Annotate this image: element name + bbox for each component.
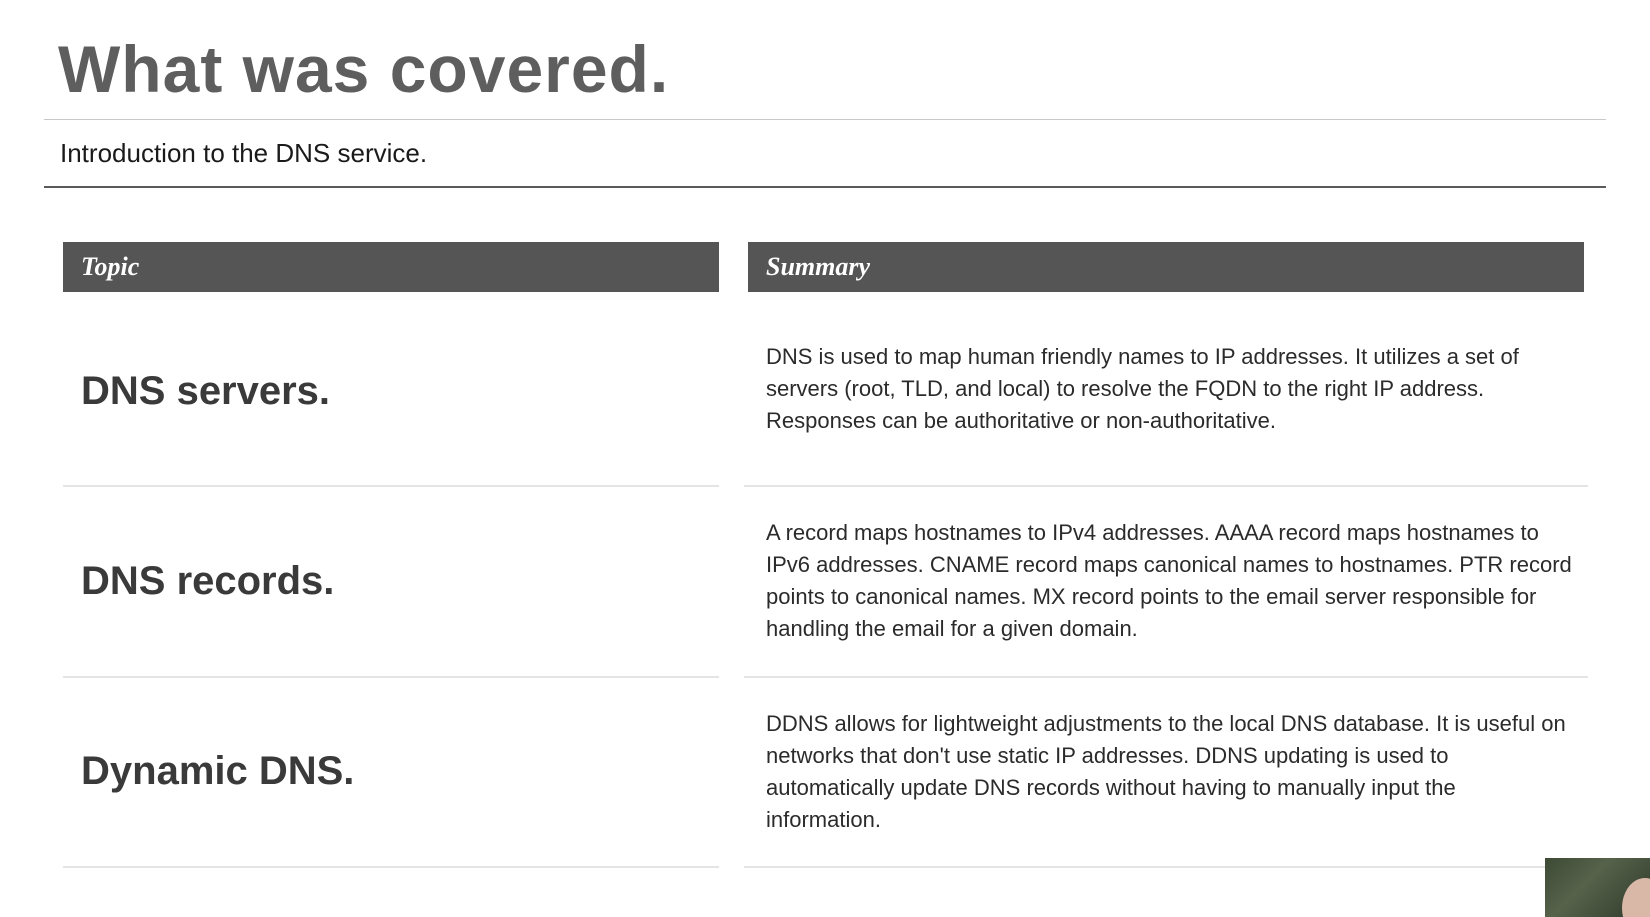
slide-subtitle: Introduction to the DNS service. [60,138,428,168]
table-row-topic: DNS servers. [81,369,331,413]
row-divider [63,866,719,868]
table-row-summary: DDNS allows for lightweight adjustments … [766,711,1566,832]
title-divider [44,119,1606,120]
table-row-summary: A record maps hostnames to IPv4 addresse… [766,520,1572,641]
slide-title: What was covered. [58,32,670,106]
subtitle-divider [44,186,1606,188]
table-header-summary: Summary [748,242,1584,292]
table-header-topic: Topic [63,242,719,292]
row-divider [63,676,719,678]
row-divider [744,866,1588,868]
table-row-summary: DNS is used to map human friendly names … [766,344,1519,433]
presenter-face [1622,878,1650,917]
table-row-topic: DNS records. [81,559,335,603]
row-divider [744,485,1588,487]
row-divider [63,485,719,487]
row-divider [744,676,1588,678]
table-row-topic: Dynamic DNS. [81,749,355,793]
presenter-webcam [1545,858,1650,917]
